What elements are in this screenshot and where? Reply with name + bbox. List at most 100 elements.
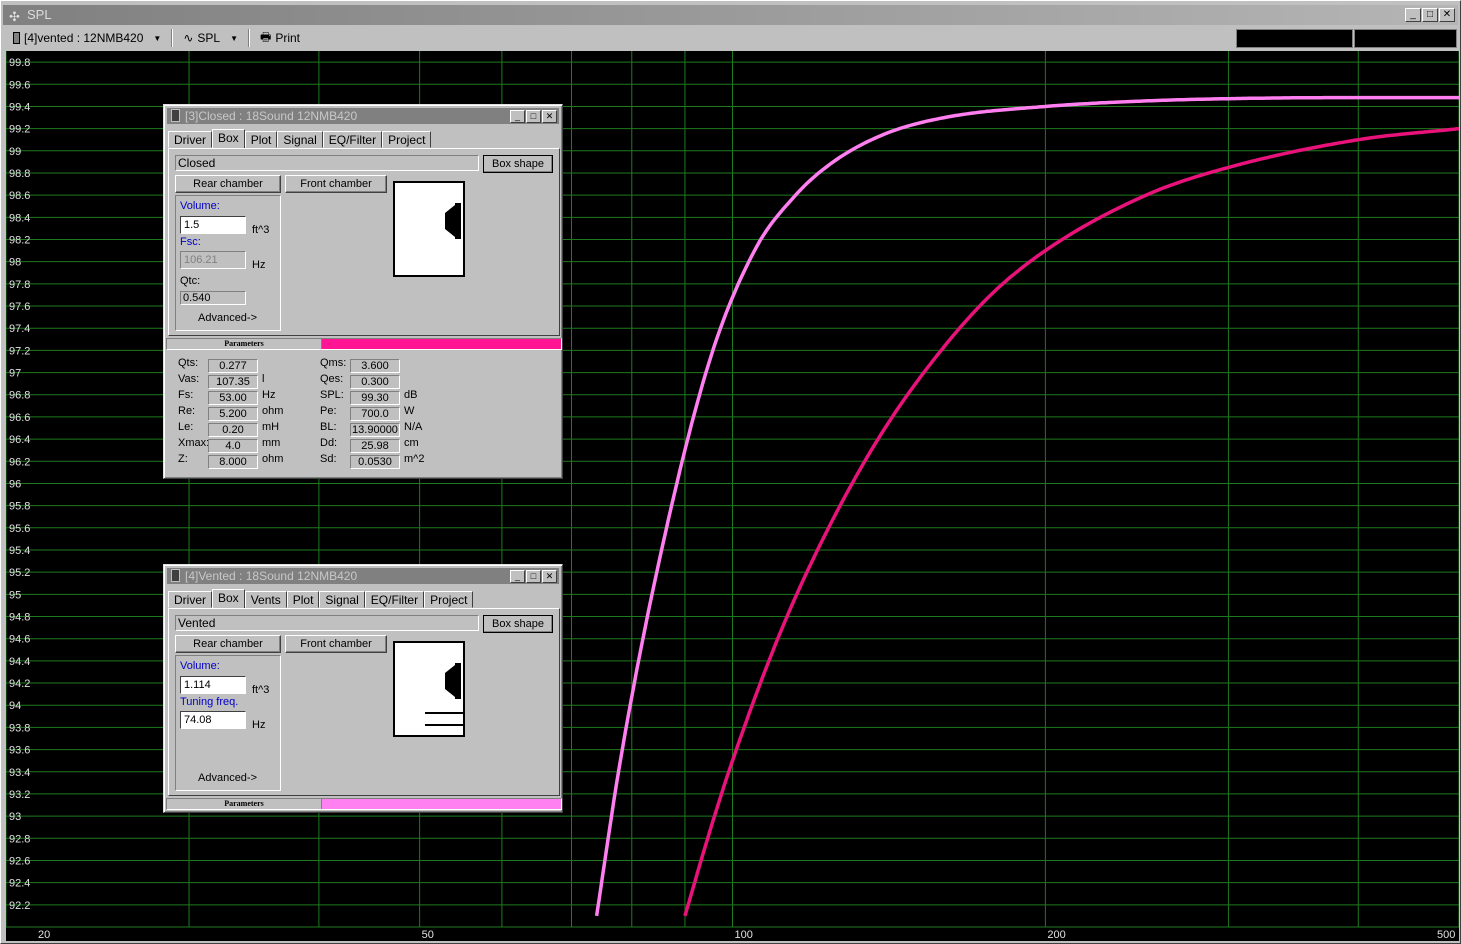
maximize-button[interactable]: □ [526, 110, 541, 123]
vented-tabs: Driver Box Vents Plot Signal EQ/Filter Project [168, 589, 474, 608]
closed-tab-box[interactable]: Box [212, 129, 245, 148]
param-label: Dd: [320, 437, 338, 449]
dropdown-arrow-icon: ▼ [153, 33, 162, 43]
vented-box-panel: Vented Box shape Rear chamber Front cham… [168, 608, 560, 796]
cursor-readout-level [1354, 29, 1457, 48]
volume-unit: ft^3 [252, 224, 270, 236]
y-tick-label: 96.6 [9, 412, 30, 424]
y-tick-label: 92.2 [9, 900, 30, 912]
y-tick-label: 99.2 [9, 124, 30, 136]
box-shape-button[interactable]: Box shape [483, 155, 553, 173]
y-tick-label: 93.6 [9, 745, 30, 757]
closed-params-group: Volume: 1.5 ft^3 Fsc: 106.21 Hz Qtc: 0.5… [175, 195, 281, 331]
x-tick-label: 500 [1437, 929, 1455, 941]
print-button[interactable]: 🖶 Print [256, 28, 304, 48]
param-label: Z: [178, 453, 188, 465]
y-tick-label: 93 [9, 811, 21, 823]
minimize-button[interactable]: _ [1405, 8, 1421, 22]
project-label: [4]vented : 12NMB420 [24, 31, 144, 45]
spl-window: ✣ SPL _ □ ✕ [4]vented : 12NMB420 ▼ ∿ SPL… [0, 0, 1461, 944]
param-label: Le: [178, 421, 194, 433]
box-shape-button[interactable]: Box shape [483, 615, 553, 633]
driver-icon [445, 203, 461, 239]
fsc-label: Fsc: [180, 236, 201, 248]
closed-tab-eqfilter[interactable]: EQ/Filter [322, 131, 383, 148]
closed-tab-signal[interactable]: Signal [277, 131, 323, 148]
advanced-button[interactable]: Advanced-> [198, 312, 257, 324]
closed-parameters-bar[interactable]: Parameters [166, 338, 562, 350]
speaker-icon [171, 109, 180, 122]
y-tick-label: 94.2 [9, 678, 30, 690]
vented-curve-color-swatch[interactable] [322, 799, 561, 809]
toolbar-separator [248, 29, 251, 47]
param-value: 4.0 [208, 439, 258, 453]
y-tick-label: 94.4 [9, 656, 30, 668]
advanced-button[interactable]: Advanced-> [198, 772, 257, 784]
close-button[interactable]: ✕ [1439, 8, 1455, 22]
closed-tab-project[interactable]: Project [382, 131, 432, 148]
closed-box-diagram [393, 181, 465, 277]
y-tick-label: 96.2 [9, 456, 30, 468]
front-chamber-button[interactable]: Front chamber [285, 635, 387, 653]
param-value: 13.90000 [350, 423, 400, 437]
volume-input[interactable]: 1.5 [180, 216, 246, 234]
vented-tab-plot[interactable]: Plot [286, 591, 320, 608]
param-label: SPL: [320, 389, 344, 401]
qtc-value: 0.540 [180, 291, 246, 305]
vented-tab-eqfilter[interactable]: EQ/Filter [364, 591, 425, 608]
fsc-unit: Hz [252, 259, 266, 271]
closed-window-titlebar[interactable]: [3]Closed : 18Sound 12NMB420 _ □ ✕ [167, 108, 559, 124]
y-tick-label: 97.4 [9, 323, 30, 335]
vented-tab-vents[interactable]: Vents [244, 591, 287, 608]
maximize-button[interactable]: □ [1422, 8, 1438, 22]
volume-label: Volume: [180, 660, 220, 672]
y-tick-label: 98.2 [9, 235, 30, 247]
rear-chamber-button[interactable]: Rear chamber [175, 175, 281, 193]
y-tick-label: 93.2 [9, 789, 30, 801]
spl-curve-2 [683, 126, 1459, 917]
close-button[interactable]: ✕ [542, 570, 557, 583]
minimize-button[interactable]: _ [510, 570, 525, 583]
param-unit: mm [262, 437, 281, 449]
y-tick-label: 94.8 [9, 612, 30, 624]
minimize-button[interactable]: _ [510, 110, 525, 123]
param-label: Pe: [320, 405, 337, 417]
y-tick-label: 99.8 [9, 57, 30, 69]
vented-tab-signal[interactable]: Signal [319, 591, 365, 608]
y-tick-label: 97 [9, 368, 21, 380]
front-chamber-button[interactable]: Front chamber [285, 175, 387, 193]
rear-chamber-button[interactable]: Rear chamber [175, 635, 281, 653]
vented-parameters-bar[interactable]: Parameters [166, 798, 562, 810]
param-value: 53.00 [208, 391, 258, 405]
speaker-icon [171, 569, 180, 582]
closed-window-title: [3]Closed : 18Sound 12NMB420 [185, 109, 358, 123]
vented-box-diagram [393, 641, 465, 737]
vented-tab-project[interactable]: Project [424, 591, 474, 608]
y-tick-label: 94 [9, 700, 21, 712]
volume-input[interactable]: 1.114 [180, 676, 246, 694]
closed-tab-driver[interactable]: Driver [168, 131, 212, 148]
graph-selector[interactable]: ∿ SPL ▼ [179, 28, 242, 48]
param-unit: mH [262, 421, 280, 433]
param-value: 0.300 [350, 375, 400, 389]
vented-tab-box[interactable]: Box [212, 589, 245, 608]
project-selector[interactable]: [4]vented : 12NMB420 ▼ [9, 28, 165, 48]
param-label: Qts: [178, 357, 199, 369]
tuning-freq-input[interactable]: 74.08 [180, 711, 246, 729]
y-tick-label: 95.2 [9, 567, 30, 579]
closed-curve-color-swatch[interactable] [322, 339, 561, 349]
spl-curves [594, 95, 1459, 917]
close-button[interactable]: ✕ [542, 110, 557, 123]
param-unit: m^2 [404, 453, 425, 465]
param-label: Qms: [320, 357, 347, 369]
closed-tab-plot[interactable]: Plot [244, 131, 278, 148]
x-tick-label: 20 [38, 929, 50, 941]
vented-window-title: [4]Vented : 18Sound 12NMB420 [185, 569, 358, 583]
y-tick-label: 97.8 [9, 279, 30, 291]
vented-window-titlebar[interactable]: [4]Vented : 18Sound 12NMB420 _ □ ✕ [167, 568, 559, 584]
title-bar[interactable]: ✣ SPL _ □ ✕ [3, 5, 1458, 25]
vented-tab-driver[interactable]: Driver [168, 591, 212, 608]
toolbar-separator [171, 29, 174, 47]
param-unit: W [404, 405, 415, 417]
maximize-button[interactable]: □ [526, 570, 541, 583]
